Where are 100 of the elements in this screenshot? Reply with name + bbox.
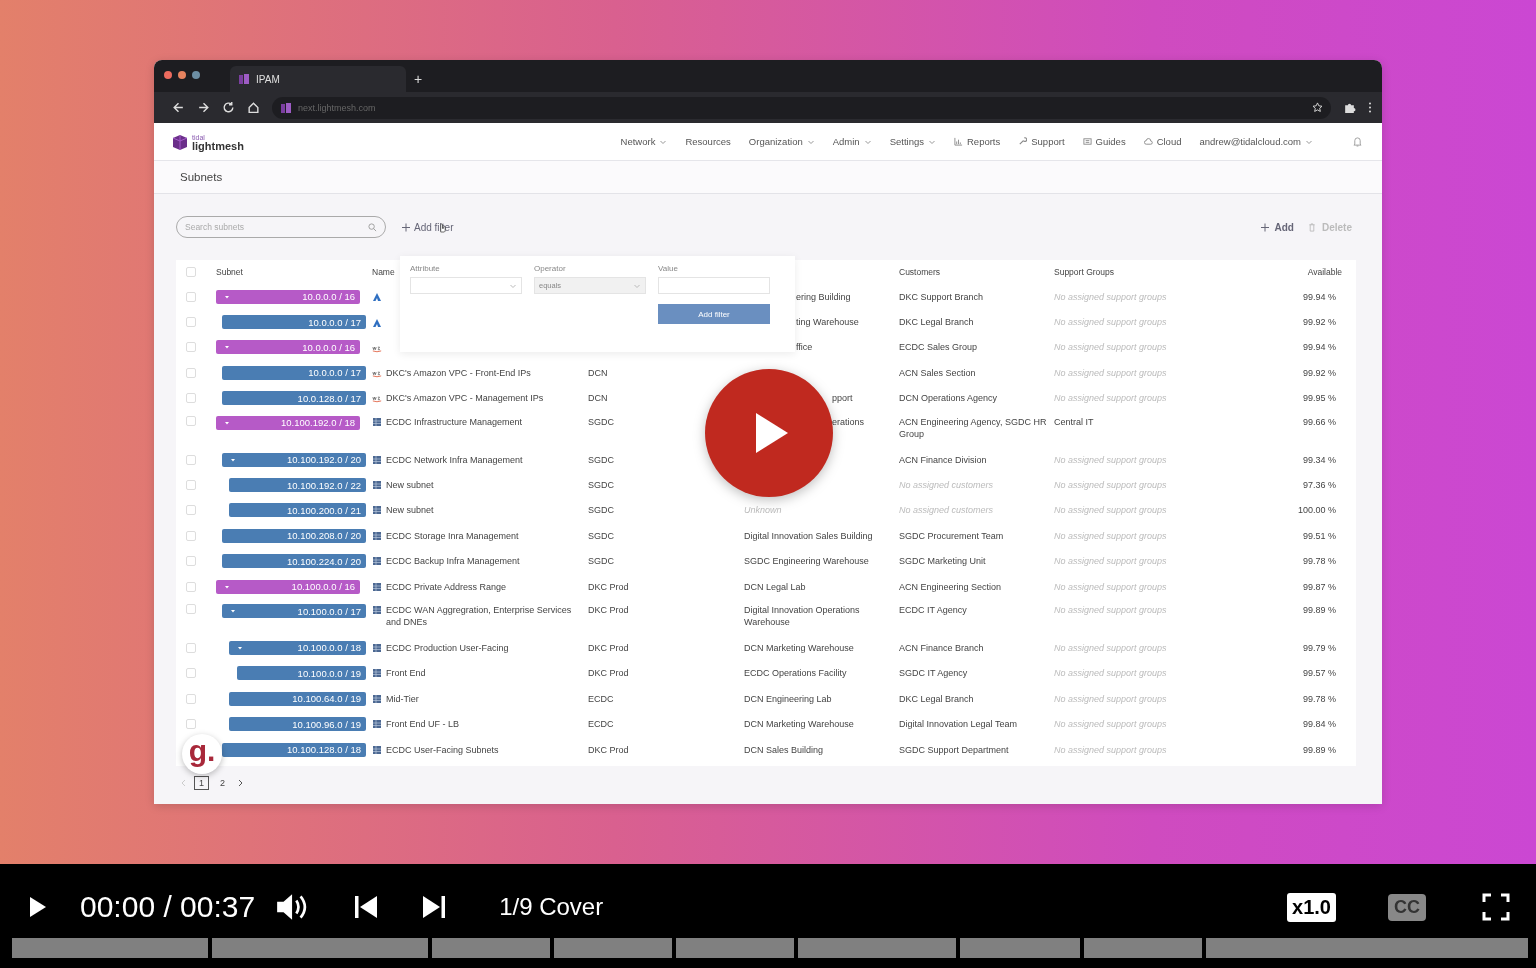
subnet-tag[interactable]: 10.100.192.0 / 22 <box>229 478 366 493</box>
play-icon[interactable] <box>28 895 48 919</box>
checkbox[interactable] <box>186 668 196 679</box>
next-icon[interactable] <box>421 895 448 919</box>
checkbox[interactable] <box>186 643 196 653</box>
checkbox[interactable] <box>186 693 196 704</box>
checkbox[interactable] <box>186 480 196 491</box>
next-page-icon[interactable] <box>236 779 245 788</box>
subnet-tag[interactable]: 10.100.0.0 / 17 <box>222 604 366 619</box>
caret-icon[interactable] <box>237 645 243 651</box>
zoom-dot[interactable] <box>192 71 200 79</box>
chapter-segment[interactable] <box>12 938 208 958</box>
checkbox[interactable] <box>186 393 196 404</box>
subnet-tag[interactable]: 10.0.0.0 / 17 <box>222 315 366 330</box>
page-button[interactable]: 2 <box>215 776 231 791</box>
subnet-tag[interactable]: 10.100.128.0 / 18 <box>222 742 366 757</box>
table-cell-text: DKC Support Branch <box>899 290 985 303</box>
subnet-tag[interactable]: 10.100.96.0 / 19 <box>229 717 366 732</box>
subnet-tag[interactable]: 10.100.192.0 / 18 <box>216 415 360 430</box>
checkbox[interactable] <box>186 291 196 302</box>
star-icon[interactable] <box>1312 102 1323 113</box>
subnet-tag[interactable]: 10.100.64.0 / 19 <box>229 691 366 706</box>
nav-item[interactable]: Network <box>620 136 668 147</box>
more-icon[interactable] <box>1368 101 1372 114</box>
subnet-tag[interactable]: 10.0.128.0 / 17 <box>222 391 366 406</box>
chapter-segment[interactable] <box>1206 938 1528 958</box>
chapter-segment[interactable] <box>212 938 428 958</box>
home-icon[interactable] <box>247 101 260 114</box>
chapter-segment[interactable] <box>554 938 672 958</box>
checkbox[interactable] <box>186 342 196 353</box>
checkbox[interactable] <box>186 719 196 730</box>
subnet-tag[interactable]: 10.100.0.0 / 16 <box>216 579 360 594</box>
minimize-dot[interactable] <box>178 71 186 79</box>
checkbox[interactable] <box>186 581 196 592</box>
caret-icon[interactable] <box>230 456 236 463</box>
nav-item[interactable]: Organization <box>748 136 815 147</box>
captions-button[interactable]: CC <box>1388 893 1426 921</box>
subnet-tag[interactable]: 10.100.192.0 / 20 <box>222 452 366 467</box>
nav-item[interactable]: Resources <box>685 136 731 147</box>
subnet-tag[interactable]: 10.100.0.0 / 19 <box>237 666 366 681</box>
table-cell: ECDC Production User-Facing <box>386 642 509 654</box>
checkbox[interactable] <box>186 556 196 567</box>
checkbox[interactable] <box>186 267 196 277</box>
add-button[interactable]: Add <box>1260 221 1294 233</box>
nav-item[interactable]: andrew@tidalcloud.com <box>1199 136 1313 147</box>
nav-item[interactable]: Guides <box>1082 136 1126 147</box>
add-filter-button[interactable]: Add filter <box>658 304 770 324</box>
table-cell-text: ECDC Sales Group <box>899 341 979 354</box>
nav-item[interactable]: Reports <box>954 136 1001 147</box>
nav-item[interactable]: Settings <box>889 136 936 147</box>
caret-icon[interactable] <box>224 583 230 590</box>
azure-logo-icon <box>372 292 382 303</box>
caret-icon[interactable] <box>230 608 236 615</box>
checkbox[interactable] <box>186 415 196 426</box>
nav-item[interactable]: Cloud <box>1143 136 1182 147</box>
reload-icon[interactable] <box>222 101 235 114</box>
nav-item[interactable]: Support <box>1018 136 1065 147</box>
puzzle-icon[interactable] <box>1343 101 1356 114</box>
browser-tab[interactable]: IPAM <box>230 66 406 92</box>
subnet-tag[interactable]: 10.100.0.0 / 18 <box>229 641 366 655</box>
forward-icon[interactable] <box>197 101 210 114</box>
previous-icon[interactable] <box>353 895 380 919</box>
chapter-segment[interactable] <box>1084 938 1202 958</box>
checkbox[interactable] <box>186 604 196 615</box>
checkbox[interactable] <box>186 505 196 516</box>
close-dot[interactable] <box>164 71 172 79</box>
subnet-tag[interactable]: 10.0.0.0 / 16 <box>216 289 360 304</box>
subnet-tag[interactable]: 10.100.200.0 / 21 <box>229 503 366 518</box>
page-button[interactable]: 1 <box>194 776 209 791</box>
subnet-tag[interactable]: 10.0.0.0 / 16 <box>216 340 360 355</box>
speed-button[interactable]: x1.0 <box>1287 892 1336 922</box>
chapter-segment[interactable] <box>676 938 794 958</box>
subnet-tag[interactable]: 10.0.0.0 / 17 <box>222 365 366 380</box>
caret-icon[interactable] <box>224 344 230 351</box>
back-icon[interactable] <box>172 101 185 114</box>
subnet-tag[interactable]: 10.100.208.0 / 20 <box>222 528 366 543</box>
cloud-icon <box>1143 137 1153 146</box>
fullscreen-icon[interactable] <box>1482 893 1510 921</box>
checkbox[interactable] <box>186 530 196 541</box>
chapter-segment[interactable] <box>432 938 550 958</box>
grid-icon <box>372 581 382 592</box>
nav-item[interactable]: Admin <box>832 136 872 147</box>
volume-icon[interactable] <box>275 892 308 922</box>
subnet-tag[interactable]: 10.100.224.0 / 20 <box>222 554 366 569</box>
address-field[interactable]: next.lightmesh.com <box>272 96 1331 119</box>
attribute-select[interactable] <box>410 277 522 294</box>
play-overlay-button[interactable] <box>704 368 834 498</box>
previous-page-icon[interactable] <box>180 779 188 788</box>
chapter-segment[interactable] <box>798 938 956 958</box>
caret-icon[interactable] <box>224 293 230 300</box>
new-tab-button[interactable]: + <box>406 71 423 92</box>
chapter-segment[interactable] <box>960 938 1080 958</box>
table-cell-text: 100.00 % <box>1296 504 1337 517</box>
caret-icon[interactable] <box>224 419 230 426</box>
checkbox[interactable] <box>186 454 196 465</box>
table-cell-text: SGDC <box>588 415 615 428</box>
checkbox[interactable] <box>186 367 196 378</box>
bell-icon[interactable] <box>1353 136 1362 147</box>
value-field[interactable] <box>658 277 770 294</box>
checkbox[interactable] <box>186 317 196 328</box>
